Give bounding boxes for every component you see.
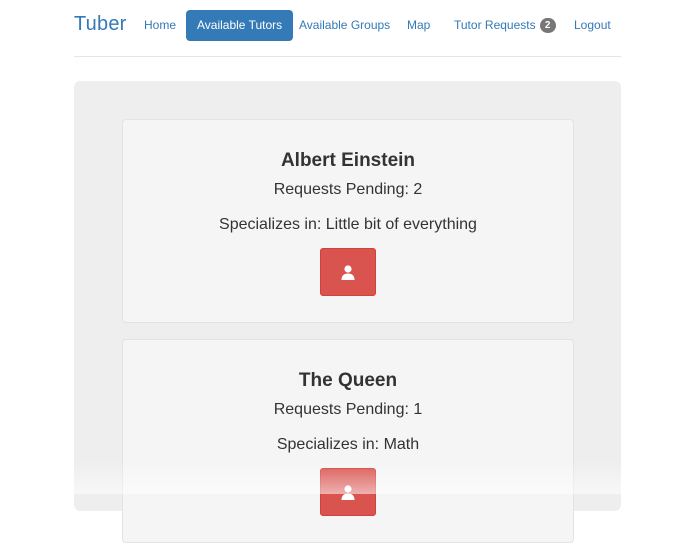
- tutor-specialization: Specializes in: Little bit of everything: [219, 216, 477, 233]
- brand-logo[interactable]: Tuber: [74, 13, 127, 36]
- request-tutor-button[interactable]: [320, 248, 376, 296]
- nav-tutor-requests-label: Tutor Requests: [454, 18, 536, 32]
- nav-available-groups[interactable]: Available Groups: [299, 10, 390, 41]
- navbar: Tuber Home Available Tutors Available Gr…: [74, 0, 621, 57]
- tutor-name: The Queen: [298, 370, 398, 391]
- user-icon: [341, 485, 355, 500]
- tutor-name: Albert Einstein: [280, 150, 416, 171]
- tutor-requests-pending: Requests Pending: 1: [273, 401, 423, 418]
- user-icon: [341, 265, 355, 280]
- tutor-specialization: Specializes in: Math: [276, 436, 420, 453]
- nav-tutor-requests[interactable]: Tutor Requests 2: [454, 10, 556, 41]
- requests-count-badge: 2: [539, 18, 556, 33]
- tutor-card: Albert Einstein Requests Pending: 2 Spec…: [122, 119, 574, 323]
- nav-home[interactable]: Home: [144, 10, 176, 41]
- nav-map[interactable]: Map: [407, 10, 430, 41]
- nav-logout[interactable]: Logout: [574, 10, 611, 41]
- tutor-requests-pending: Requests Pending: 2: [273, 181, 423, 198]
- request-tutor-button[interactable]: [320, 468, 376, 516]
- tutors-panel: Albert Einstein Requests Pending: 2 Spec…: [74, 81, 621, 543]
- tutor-card: The Queen Requests Pending: 1 Specialize…: [122, 339, 574, 543]
- nav-available-tutors[interactable]: Available Tutors: [186, 10, 294, 41]
